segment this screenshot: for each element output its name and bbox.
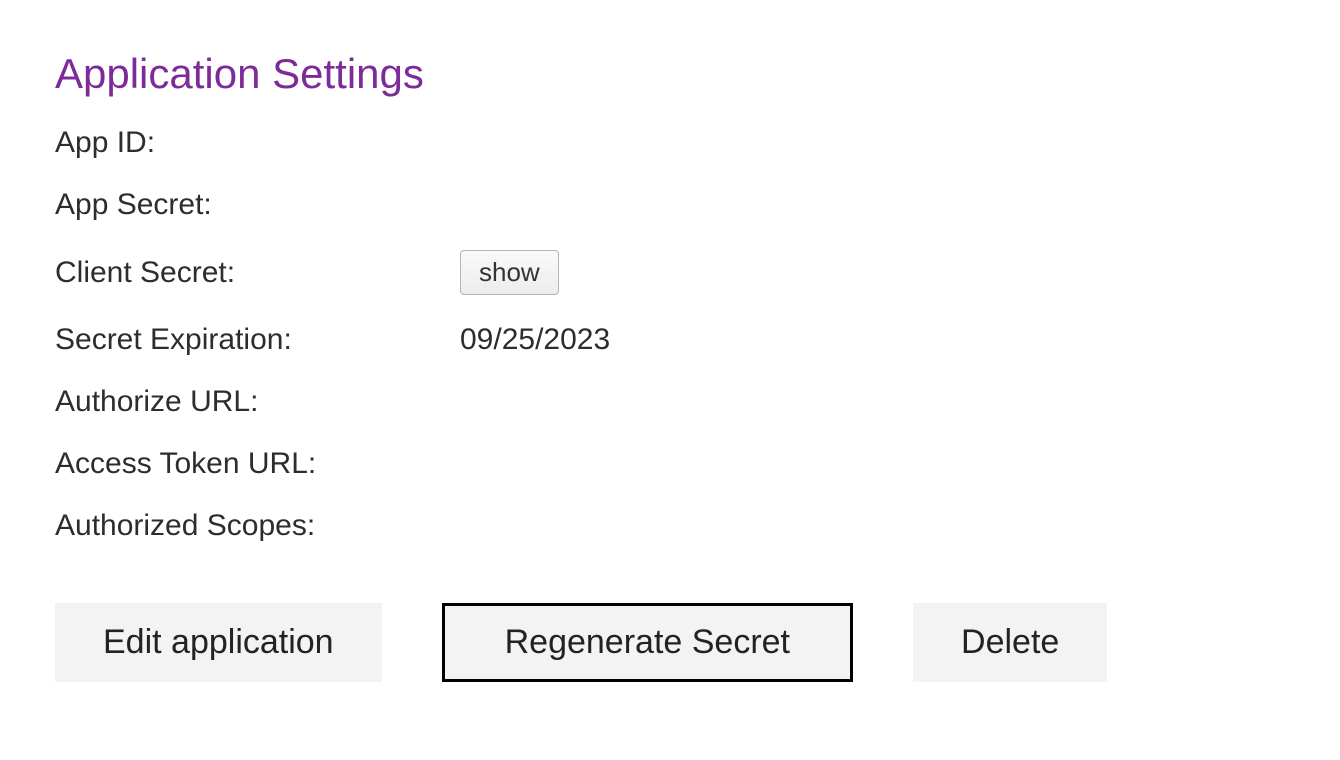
access-token-url-label: Access Token URL: [55, 447, 460, 481]
app-id-label: App ID: [55, 126, 460, 160]
delete-button[interactable]: Delete [913, 603, 1107, 682]
authorized-scopes-label: Authorized Scopes: [55, 509, 460, 543]
regenerate-secret-button[interactable]: Regenerate Secret [442, 603, 853, 682]
field-app-secret: App Secret: [55, 188, 1285, 222]
app-secret-label: App Secret: [55, 188, 460, 222]
field-app-id: App ID: [55, 126, 1285, 160]
secret-expiration-value: 09/25/2023 [460, 323, 610, 357]
field-authorized-scopes: Authorized Scopes: [55, 509, 1285, 543]
authorize-url-label: Authorize URL: [55, 385, 460, 419]
client-secret-label: Client Secret: [55, 256, 460, 290]
field-secret-expiration: Secret Expiration: 09/25/2023 [55, 323, 1285, 357]
page-title: Application Settings [55, 50, 1285, 98]
secret-expiration-label: Secret Expiration: [55, 323, 460, 357]
field-access-token-url: Access Token URL: [55, 447, 1285, 481]
field-authorize-url: Authorize URL: [55, 385, 1285, 419]
show-client-secret-button[interactable]: show [460, 250, 559, 295]
field-client-secret: Client Secret: show [55, 250, 1285, 295]
edit-application-button[interactable]: Edit application [55, 603, 382, 682]
action-button-row: Edit application Regenerate Secret Delet… [55, 603, 1285, 682]
